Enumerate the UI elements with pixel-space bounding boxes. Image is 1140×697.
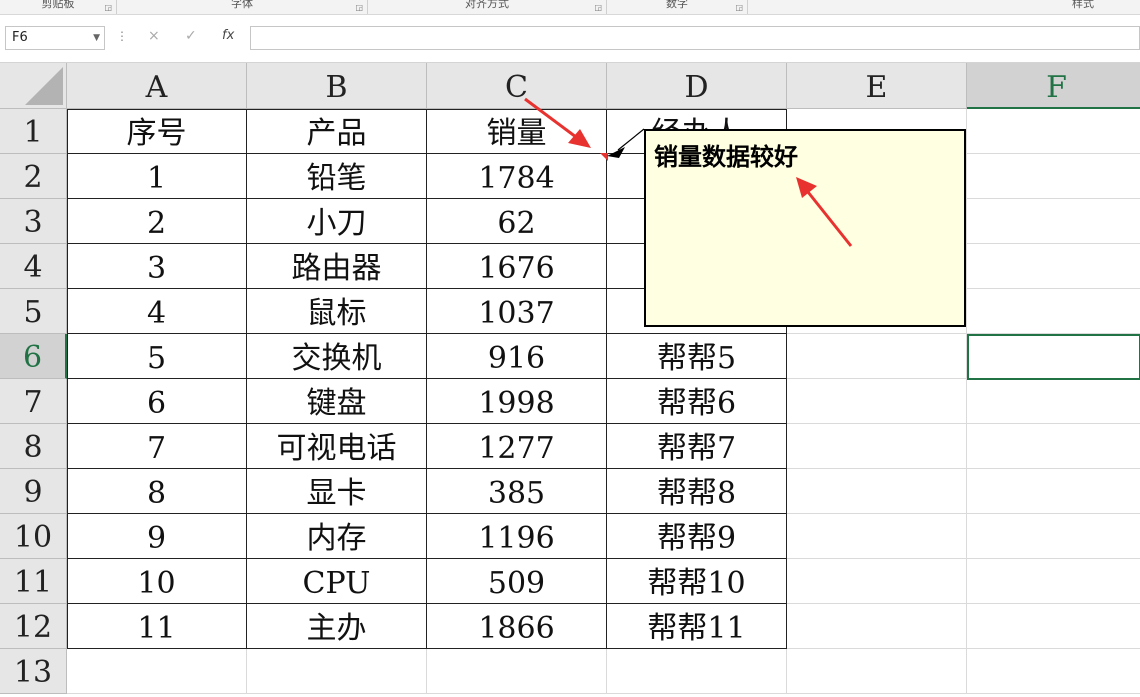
annotation-overlay xyxy=(524,97,853,247)
red-arrow-icon xyxy=(524,97,591,148)
connector-arrowhead-icon xyxy=(607,147,625,158)
red-arrow-icon xyxy=(796,177,853,247)
comment-connector-line xyxy=(617,128,645,151)
comment-indicator-icon xyxy=(600,153,608,161)
